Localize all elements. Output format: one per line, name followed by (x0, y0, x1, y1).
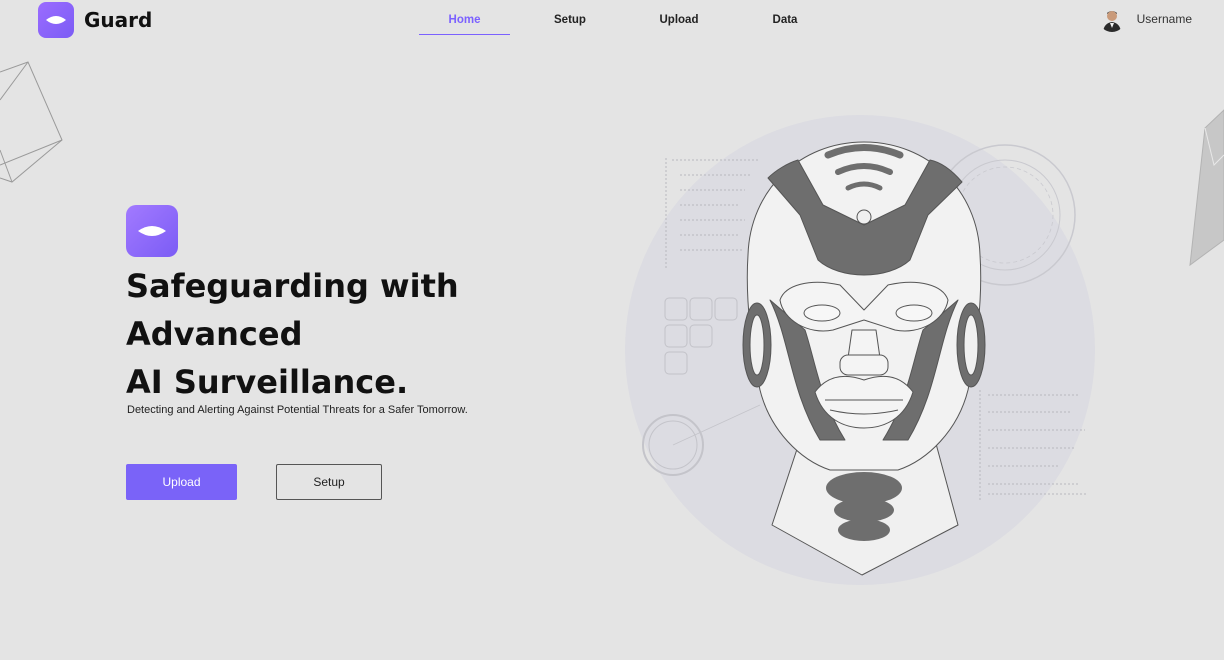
nav-upload[interactable]: Upload (630, 0, 728, 34)
hero-title-line2: AI Surveillance. (126, 363, 409, 401)
username: Username (1136, 12, 1192, 26)
avatar-icon (1098, 6, 1125, 32)
crystal-decoration (1189, 109, 1224, 267)
main-nav: Home Setup Upload Data (419, 0, 842, 36)
wireframe-cube-decoration (0, 61, 63, 183)
brand[interactable]: Guard (38, 2, 152, 38)
nav-setup[interactable]: Setup (510, 0, 630, 34)
user-avatar[interactable] (1098, 6, 1125, 32)
hero-title-line1: Safeguarding with Advanced (126, 267, 459, 353)
hero-subtitle: Detecting and Alerting Against Potential… (127, 404, 468, 416)
hero-title: Safeguarding with Advanced AI Surveillan… (126, 262, 626, 406)
top-nav-bar: Guard Home Setup Upload Data Username (0, 0, 1224, 44)
user-menu[interactable]: Username (1098, 6, 1192, 32)
upload-button[interactable]: Upload (126, 464, 237, 500)
brand-logo (38, 2, 74, 38)
hero-logo (126, 205, 178, 257)
eye-icon (46, 16, 66, 24)
eye-icon (138, 226, 166, 236)
brand-name: Guard (84, 8, 153, 32)
nav-data[interactable]: Data (728, 0, 842, 34)
setup-button[interactable]: Setup (276, 464, 382, 500)
nav-home[interactable]: Home (419, 0, 510, 35)
robot-head-illustration (742, 141, 986, 576)
